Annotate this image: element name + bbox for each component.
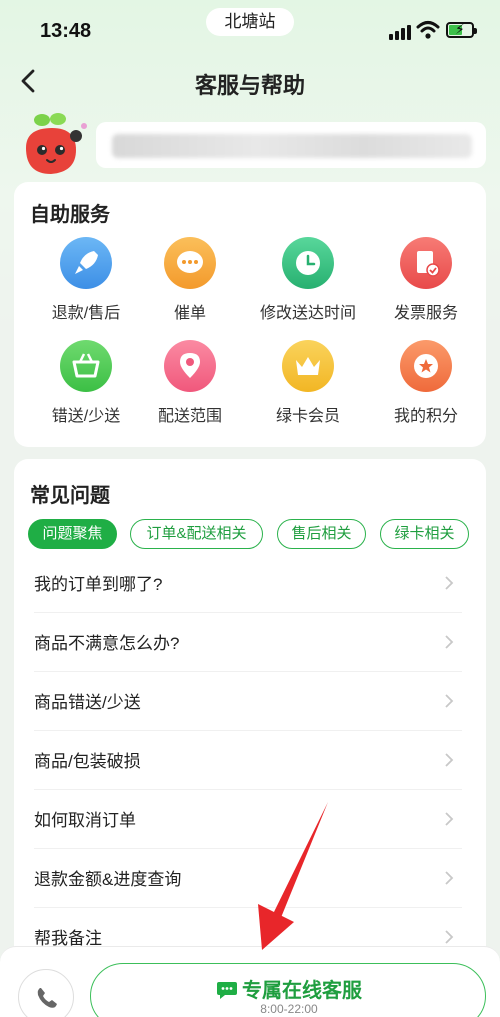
self-service-card: 自助服务 退款/售后 催单 修改送达时间 发票服务 错送/少送 配送范围 绿卡会… <box>14 182 486 447</box>
chevron-right-icon <box>445 576 454 590</box>
service-change-delivery-time[interactable]: 修改送达时间 <box>249 237 367 323</box>
service-delivery-range[interactable]: 配送范围 <box>131 340 249 426</box>
faq-question: 我的订单到哪了? <box>34 575 163 594</box>
faq-row[interactable]: 我的订单到哪了? <box>34 555 462 613</box>
service-label: 发票服务 <box>393 305 458 322</box>
faq-question: 如何取消订单 <box>34 811 136 830</box>
self-service-title: 自助服务 <box>30 204 110 226</box>
location-pin-icon <box>164 340 216 392</box>
faq-question: 商品错送/少送 <box>34 693 141 712</box>
faq-question: 商品不满意怎么办? <box>34 634 180 653</box>
chat-dots-icon <box>164 237 216 289</box>
online-customer-service-button[interactable]: 专属在线客服 8:00-22:00 <box>90 963 486 1017</box>
service-label: 绿卡会员 <box>275 408 340 425</box>
service-label: 配送范围 <box>157 408 222 425</box>
service-urge-order[interactable]: 催单 <box>131 237 249 323</box>
service-green-card-member[interactable]: 绿卡会员 <box>249 340 367 426</box>
clock-icon <box>282 237 334 289</box>
tab-order-delivery[interactable]: 订单&配送相关 <box>130 519 263 549</box>
service-wrong-missing-delivery[interactable]: 错送/少送 <box>27 340 145 426</box>
faq-question: 商品/包装破损 <box>34 752 141 771</box>
chevron-right-icon <box>445 753 454 767</box>
radish-mascot-icon <box>26 113 87 174</box>
basket-icon <box>60 340 112 392</box>
tab-aftersale[interactable]: 售后相关 <box>277 519 366 549</box>
page-title: 客服与帮助 <box>194 73 305 98</box>
chevron-right-icon <box>445 635 454 649</box>
service-refund-aftersale[interactable]: 退款/售后 <box>27 237 145 323</box>
location-pill[interactable]: 北塘站 <box>206 8 294 36</box>
cellular-signal-icon <box>389 24 411 40</box>
service-invoice[interactable]: 发票服务 <box>367 237 485 323</box>
cs-label: 专属在线客服 <box>242 980 362 1002</box>
service-label: 错送/少送 <box>51 408 121 425</box>
service-label: 修改送达时间 <box>259 305 356 322</box>
status-bar: 13:48 北塘站 ⚡ <box>0 0 500 56</box>
chevron-right-icon <box>445 694 454 708</box>
faq-title: 常见问题 <box>30 485 110 507</box>
user-name-blurred <box>112 134 472 158</box>
chat-bubble-icon <box>217 982 237 999</box>
service-label: 我的积分 <box>393 408 458 425</box>
rocket-icon <box>60 237 112 289</box>
faq-row[interactable]: 商品/包装破损 <box>34 732 462 790</box>
status-time: 13:48 <box>40 20 92 42</box>
chevron-right-icon <box>445 812 454 826</box>
phone-button[interactable] <box>18 969 74 1017</box>
cs-hours: 8:00-22:00 <box>260 1002 318 1016</box>
invoice-icon <box>400 237 452 289</box>
service-label: 退款/售后 <box>51 305 121 322</box>
service-my-points[interactable]: 我的积分 <box>367 340 485 426</box>
wifi-icon <box>416 21 440 39</box>
cs-label-row: 专属在线客服 <box>91 974 487 1003</box>
profile-card[interactable] <box>96 122 486 168</box>
faq-row[interactable]: 商品不满意怎么办? <box>34 614 462 672</box>
chevron-right-icon <box>445 871 454 885</box>
star-badge-icon <box>400 340 452 392</box>
service-label: 催单 <box>173 305 206 322</box>
faq-row[interactable]: 商品错送/少送 <box>34 673 462 731</box>
bottom-bar: 专属在线客服 8:00-22:00 <box>0 946 500 1017</box>
faq-row[interactable]: 如何取消订单 <box>34 791 462 849</box>
tab-focus-questions[interactable]: 问题聚焦 <box>28 519 117 549</box>
faq-row[interactable]: 退款金额&进度查询 <box>34 850 462 908</box>
battery-charging-icon: ⚡ <box>446 21 477 38</box>
phone-icon <box>37 988 57 1008</box>
faq-question: 退款金额&进度查询 <box>34 870 182 889</box>
crown-icon <box>282 340 334 392</box>
tab-green-card[interactable]: 绿卡相关 <box>380 519 469 549</box>
chevron-right-icon <box>445 930 454 944</box>
